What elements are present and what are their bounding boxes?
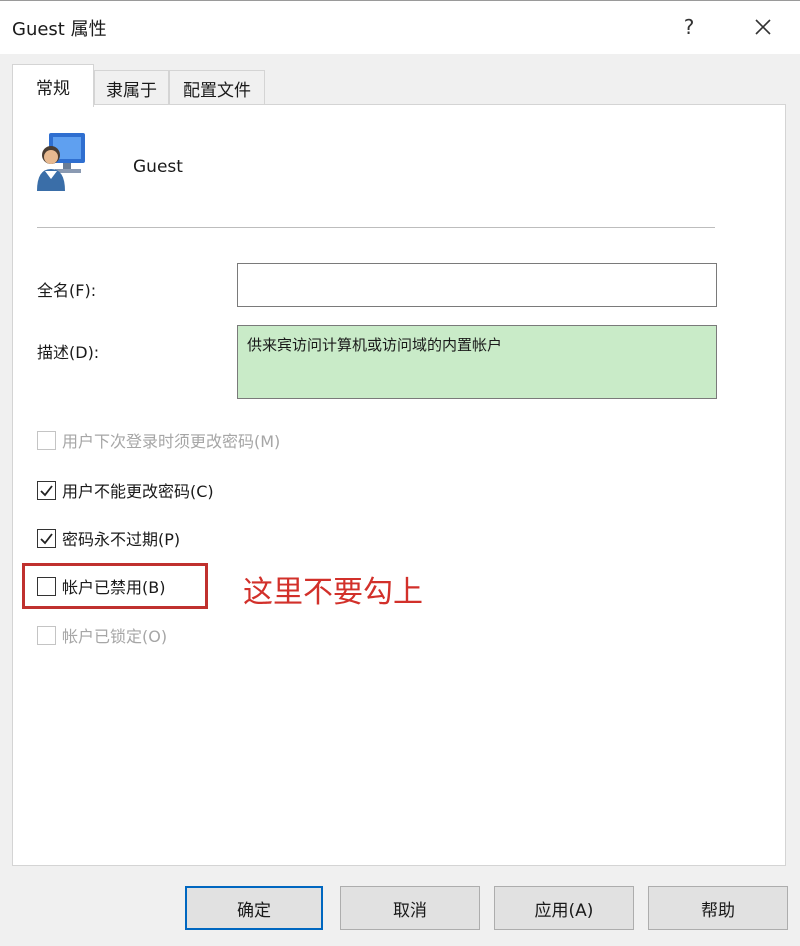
checkbox-box bbox=[37, 625, 56, 645]
description-label: 描述(D): bbox=[37, 343, 100, 362]
title-bar: Guest 属性 ? bbox=[0, 0, 800, 54]
checkbox-box bbox=[37, 480, 56, 500]
close-button[interactable] bbox=[740, 7, 786, 47]
help-dialog-button[interactable]: 帮助 bbox=[648, 886, 788, 930]
properties-dialog: Guest 属性 ? 常规 隶属于 配置文件 Guest 全名(F): 描述(D… bbox=[0, 0, 800, 946]
user-name: Guest bbox=[133, 157, 183, 177]
apply-button[interactable]: 应用(A) bbox=[494, 886, 634, 930]
password-never-expires-checkbox[interactable]: 密码永不过期(P) bbox=[37, 525, 180, 551]
description-input[interactable]: 供来宾访问计算机或访问域的内置帐户 bbox=[237, 325, 717, 399]
fullname-label: 全名(F): bbox=[37, 281, 97, 300]
checkbox-label: 用户下次登录时须更改密码(M) bbox=[62, 432, 281, 451]
checkbox-label: 密码永不过期(P) bbox=[62, 530, 181, 549]
annotation-text: 这里不要勾上 bbox=[243, 575, 423, 610]
checkbox-label: 帐户已锁定(O) bbox=[62, 627, 168, 646]
checkmark-icon bbox=[40, 484, 53, 496]
close-icon bbox=[755, 19, 771, 35]
header-divider bbox=[37, 227, 715, 228]
user-computer-icon bbox=[37, 133, 85, 191]
cancel-button[interactable]: 取消 bbox=[340, 886, 480, 930]
ok-button[interactable]: 确定 bbox=[185, 886, 323, 930]
checkbox-box bbox=[37, 528, 56, 548]
must-change-password-checkbox[interactable]: 用户下次登录时须更改密码(M) bbox=[37, 427, 280, 453]
account-locked-checkbox[interactable]: 帐户已锁定(O) bbox=[37, 622, 167, 648]
annotation-highlight-box bbox=[22, 563, 208, 609]
tab-member-of[interactable]: 隶属于 bbox=[94, 70, 169, 106]
tab-profile[interactable]: 配置文件 bbox=[169, 70, 265, 106]
checkbox-box bbox=[37, 430, 56, 450]
cannot-change-password-checkbox[interactable]: 用户不能更改密码(C) bbox=[37, 477, 214, 503]
tab-strip: 常规 隶属于 配置文件 bbox=[0, 54, 800, 107]
checkmark-icon bbox=[40, 532, 53, 544]
help-button[interactable]: ? bbox=[666, 7, 712, 47]
checkbox-label: 用户不能更改密码(C) bbox=[62, 482, 214, 501]
fullname-input[interactable] bbox=[237, 263, 717, 307]
window-title: Guest 属性 bbox=[12, 19, 107, 40]
general-tab-panel: Guest 全名(F): 描述(D): 供来宾访问计算机或访问域的内置帐户 用户… bbox=[12, 104, 786, 866]
tab-general[interactable]: 常规 bbox=[12, 64, 94, 107]
